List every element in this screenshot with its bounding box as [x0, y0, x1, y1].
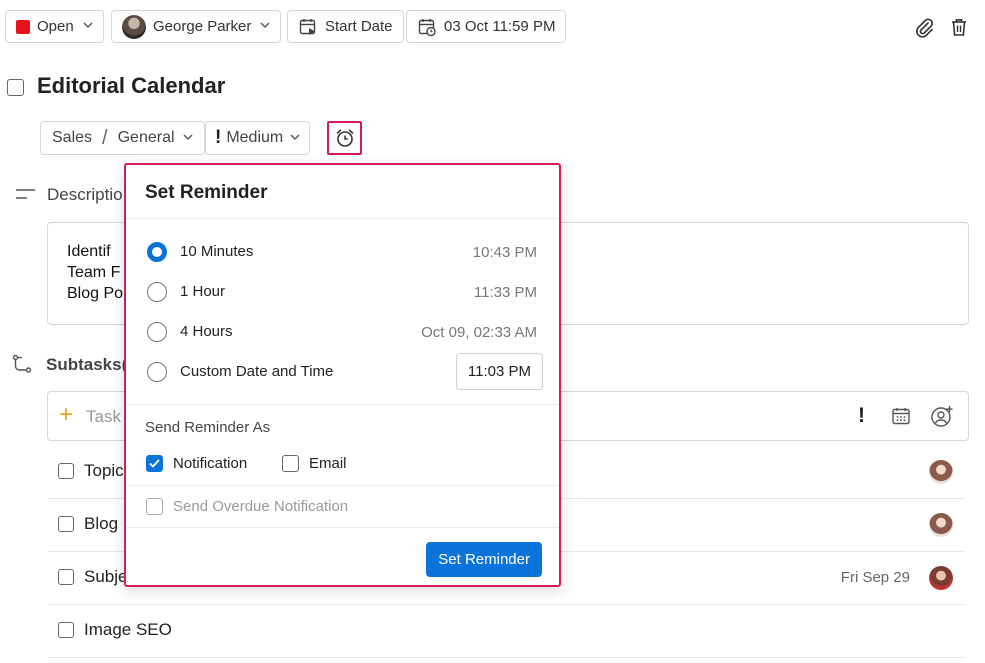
reminder-option-custom[interactable]: Custom Date and Time 11:03 PM: [147, 353, 543, 390]
subtask-checkbox[interactable]: [58, 463, 74, 479]
chevron-down-icon: [83, 21, 93, 32]
custom-time-input[interactable]: 11:03 PM: [455, 353, 543, 390]
subtasks-heading: Subtasks(: [46, 355, 128, 374]
description-lines-icon: [15, 186, 37, 202]
divider: [126, 527, 559, 528]
section-label: General: [117, 129, 175, 146]
chevron-down-icon: [290, 133, 300, 144]
option-label: Custom Date and Time: [180, 363, 334, 380]
reminder-option-1-hour[interactable]: 1 Hour 11:33 PM: [147, 275, 543, 309]
status-dropdown[interactable]: Open: [5, 10, 104, 43]
reminder-option-4-hours[interactable]: 4 Hours Oct 09, 02:33 AM: [147, 315, 543, 349]
start-date-button[interactable]: Start Date: [287, 10, 404, 43]
reminder-option-10-minutes[interactable]: 10 Minutes 10:43 PM: [147, 235, 543, 269]
radio-selected[interactable]: [147, 242, 167, 262]
option-time: 10:43 PM: [472, 244, 537, 261]
notification-checkbox[interactable]: [146, 455, 163, 472]
radio-unselected[interactable]: [147, 362, 167, 382]
calendar-clock-icon: [417, 17, 437, 37]
option-label: 4 Hours: [180, 323, 233, 340]
set-reminder-popup: Set Reminder 10 Minutes 10:43 PM 1 Hour …: [124, 163, 561, 587]
avatar[interactable]: [929, 513, 953, 537]
assignee-name: George Parker: [153, 18, 252, 35]
start-date-label: Start Date: [325, 18, 393, 35]
avatar[interactable]: [929, 566, 953, 590]
checkmark-icon: [149, 459, 160, 468]
popup-title: Set Reminder: [145, 182, 268, 203]
radio-unselected[interactable]: [147, 322, 167, 342]
subtask-checkbox[interactable]: [58, 516, 74, 532]
chevron-down-icon: [183, 133, 193, 144]
option-time: 11:33 PM: [473, 284, 537, 301]
option-label: 1 Hour: [180, 283, 226, 300]
priority-icon: !: [215, 127, 222, 148]
description-label: Descriptio: [47, 185, 123, 204]
priority-dropdown[interactable]: ! Medium: [205, 121, 311, 155]
task-complete-checkbox[interactable]: [7, 79, 24, 96]
subtask-label[interactable]: Topic: [84, 461, 124, 481]
alarm-clock-icon: [334, 127, 356, 149]
set-reminder-button[interactable]: Set Reminder: [426, 542, 542, 577]
send-as-label: Send Reminder As: [145, 419, 271, 436]
subtask-label[interactable]: Subje: [84, 567, 127, 587]
paperclip-icon[interactable]: [913, 16, 935, 38]
project-section-dropdown[interactable]: Sales / General: [40, 121, 205, 155]
due-date-label: 03 Oct 11:59 PM: [444, 18, 556, 35]
email-checkbox-row[interactable]: Email: [282, 455, 347, 472]
calendar-play-icon: [298, 17, 318, 37]
subtask-due-date[interactable]: Fri Sep 29: [841, 569, 910, 586]
status-color-icon: [16, 19, 30, 34]
option-time: Oct 09, 02:33 AM: [421, 324, 537, 341]
assign-user-icon[interactable]: [930, 405, 954, 427]
plus-icon: +: [59, 401, 74, 428]
overdue-label: Send Overdue Notification: [173, 498, 349, 515]
subtask-row[interactable]: Image SEO: [48, 605, 965, 658]
due-date-button[interactable]: 03 Oct 11:59 PM: [406, 10, 567, 43]
avatar: [122, 14, 146, 39]
project-label: Sales: [52, 129, 93, 146]
status-label: Open: [37, 18, 74, 35]
subtasks-icon: [12, 354, 34, 374]
subtask-label[interactable]: Image SEO: [84, 620, 172, 640]
subtask-priority-icon[interactable]: !: [858, 404, 865, 428]
notification-label: Notification: [173, 455, 248, 472]
email-checkbox[interactable]: [282, 455, 299, 472]
subtask-label[interactable]: Blog: [84, 514, 118, 534]
assignee-dropdown[interactable]: George Parker: [111, 10, 282, 43]
trash-icon[interactable]: [948, 16, 970, 38]
subtask-checkbox[interactable]: [58, 622, 74, 638]
chevron-down-icon: [260, 21, 270, 32]
reminder-alarm-button[interactable]: [327, 121, 362, 155]
divider: [126, 404, 559, 405]
email-label: Email: [309, 455, 347, 472]
calendar-icon[interactable]: [891, 406, 911, 426]
priority-label: Medium: [226, 129, 284, 146]
divider: [126, 485, 559, 486]
overdue-checkbox-row: Send Overdue Notification: [146, 498, 348, 515]
add-subtask-placeholder: Task: [86, 407, 121, 426]
subtask-checkbox[interactable]: [58, 569, 74, 585]
avatar[interactable]: [929, 460, 953, 484]
option-label: 10 Minutes: [180, 243, 254, 260]
radio-unselected[interactable]: [147, 282, 167, 302]
task-title[interactable]: Editorial Calendar: [37, 73, 225, 99]
path-separator: /: [102, 126, 108, 149]
overdue-checkbox: [146, 498, 163, 515]
divider: [126, 218, 559, 219]
notification-checkbox-row[interactable]: Notification: [146, 455, 247, 472]
